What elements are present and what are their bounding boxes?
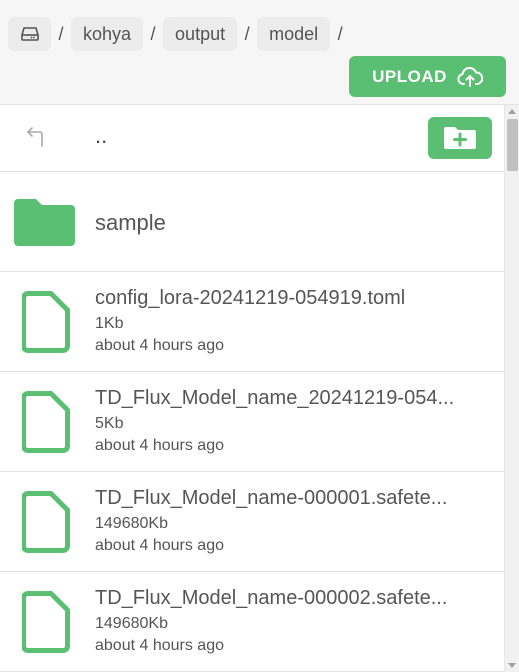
file-row[interactable]: TD_Flux_Model_name_20241219-054... 5Kb a… bbox=[0, 372, 504, 472]
file-row[interactable]: TD_Flux_Model_name-000002.safete... 1496… bbox=[0, 572, 504, 672]
file-modified: about 4 hours ago bbox=[95, 437, 224, 454]
file-size: 149680Kb bbox=[95, 515, 168, 532]
file-row[interactable]: config_lora-20241219-054919.toml 1Kb abo… bbox=[0, 272, 504, 372]
file-icon bbox=[22, 491, 70, 553]
file-name: TD_Flux_Model_name-000001.safete... bbox=[95, 487, 448, 509]
folder-row[interactable]: sample bbox=[0, 172, 504, 272]
breadcrumb-item-output[interactable]: output bbox=[163, 17, 238, 51]
file-icon bbox=[22, 291, 70, 353]
scrollbar-thumb[interactable] bbox=[507, 119, 518, 171]
upload-button[interactable]: UPLOAD bbox=[349, 56, 506, 97]
breadcrumb-separator: / bbox=[58, 23, 64, 44]
scroll-down-arrow-icon[interactable] bbox=[508, 663, 516, 668]
scroll-up-arrow-icon[interactable] bbox=[508, 109, 516, 114]
parent-directory-row[interactable]: .. bbox=[0, 105, 504, 172]
folder-icon bbox=[14, 199, 75, 246]
header-bar: / kohya / output / model / UPLOAD bbox=[0, 0, 519, 105]
cloud-upload-icon bbox=[457, 66, 483, 87]
file-modified: about 4 hours ago bbox=[95, 637, 224, 654]
upload-label: UPLOAD bbox=[372, 66, 447, 86]
breadcrumb-item-model[interactable]: model bbox=[257, 17, 331, 51]
drive-icon bbox=[20, 27, 39, 41]
file-size: 149680Kb bbox=[95, 615, 168, 632]
file-size: 5Kb bbox=[95, 415, 124, 432]
file-icon bbox=[22, 591, 70, 653]
breadcrumb-separator: / bbox=[244, 23, 250, 44]
parent-directory-label: .. bbox=[95, 123, 108, 148]
file-modified: about 4 hours ago bbox=[95, 537, 224, 554]
vertical-scrollbar[interactable] bbox=[504, 105, 519, 672]
file-modified: about 4 hours ago bbox=[95, 337, 224, 354]
folder-plus-icon bbox=[444, 127, 476, 149]
file-row[interactable]: TD_Flux_Model_name-000001.safete... 1496… bbox=[0, 472, 504, 572]
breadcrumb-separator: / bbox=[150, 23, 156, 44]
breadcrumb-separator: / bbox=[337, 23, 343, 44]
file-list: .. sample config_lora-20241219-054919.to… bbox=[0, 105, 504, 672]
return-up-icon bbox=[27, 127, 43, 147]
breadcrumb: / kohya / output / model / bbox=[8, 17, 350, 51]
breadcrumb-item-kohya[interactable]: kohya bbox=[71, 17, 144, 51]
breadcrumb-home[interactable] bbox=[8, 17, 51, 51]
file-name: config_lora-20241219-054919.toml bbox=[95, 287, 406, 309]
file-size: 1Kb bbox=[95, 315, 124, 332]
file-name: TD_Flux_Model_name-000002.safete... bbox=[95, 587, 448, 609]
file-icon bbox=[22, 391, 70, 453]
file-name: TD_Flux_Model_name_20241219-054... bbox=[95, 387, 455, 409]
folder-name: sample bbox=[95, 210, 166, 235]
new-folder-button[interactable] bbox=[428, 117, 492, 159]
